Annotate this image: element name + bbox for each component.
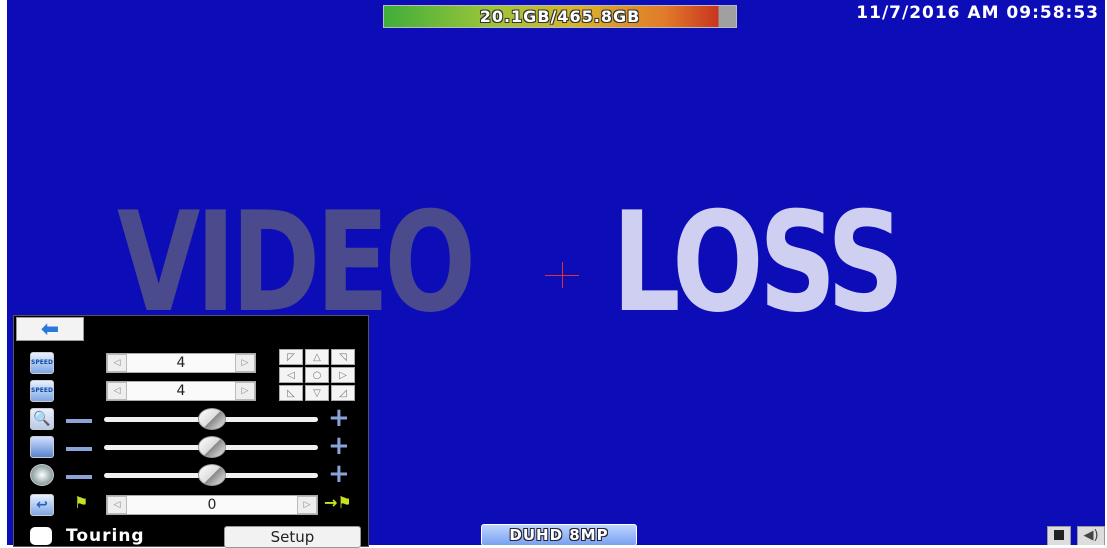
iris-minus-button[interactable] — [66, 475, 92, 479]
pt-speed-increase-button[interactable]: ▷ — [235, 382, 255, 400]
crosshair-icon — [562, 262, 563, 288]
hdd-icon[interactable] — [1047, 526, 1071, 545]
pan-down-left-button[interactable]: ◺ — [279, 385, 303, 401]
left-arrow-icon: ⬅ — [40, 316, 60, 342]
return-arrow-icon[interactable]: ↩ — [30, 494, 54, 516]
pan-right-button[interactable]: ▷ — [331, 367, 355, 383]
zoom-in-button[interactable]: + — [328, 405, 350, 431]
touring-label: Touring — [66, 526, 145, 546]
pan-up-button[interactable]: △ — [305, 349, 329, 365]
speed-icon: SPEED — [30, 352, 54, 374]
ptz-control-panel: ⬅ SPEED ◁ 4 ▷ SPEED ◁ 4 ▷ ◸ △ ◹ ◁ ○ ▷ ◺ … — [13, 315, 369, 548]
pan-down-button[interactable]: ▽ — [305, 385, 329, 401]
iris-plus-button[interactable]: + — [328, 461, 350, 487]
zoom-out-button[interactable] — [66, 419, 92, 423]
focus-slider-knob[interactable] — [198, 436, 226, 458]
touring-checkbox[interactable] — [30, 527, 52, 545]
focus-icon — [30, 436, 54, 458]
speaker-icon[interactable]: ◀) — [1077, 526, 1105, 545]
pan-down-right-button[interactable]: ◿ — [331, 385, 355, 401]
focus-minus-button[interactable] — [66, 447, 92, 451]
zoom-slider-knob[interactable] — [198, 408, 226, 430]
storage-usage-bar: 20.1GB/465.8GB — [383, 5, 737, 28]
pan-center-button[interactable]: ○ — [305, 367, 329, 383]
pan-up-right-button[interactable]: ◹ — [331, 349, 355, 365]
flag-icon: ⚑ — [74, 493, 89, 512]
speed-increase-button[interactable]: ▷ — [235, 354, 255, 372]
pan-up-left-button[interactable]: ◸ — [279, 349, 303, 365]
direction-pad: ◸ △ ◹ ◁ ○ ▷ ◺ ▽ ◿ — [279, 349, 355, 401]
preset-decrease-button[interactable]: ◁ — [107, 496, 127, 514]
speed-decrease-button[interactable]: ◁ — [107, 354, 127, 372]
preset-increase-button[interactable]: ▷ — [297, 496, 317, 514]
magnifier-icon: 🔍 — [30, 408, 54, 430]
datetime-display: 11/7/2016 AM 09:58:53 — [856, 3, 1099, 23]
resolution-badge: DUHD 8MP — [481, 524, 637, 545]
pt-speed-stepper[interactable]: ◁ 4 ▷ — [106, 381, 256, 401]
iris-icon — [30, 464, 54, 486]
storage-text: 20.1GB/465.8GB — [479, 7, 641, 26]
video-loss-word-2: LOSS — [612, 182, 904, 343]
pt-speed-icon: SPEED — [30, 380, 54, 402]
pt-speed-icon-label: SPEED — [31, 387, 53, 394]
pan-left-button[interactable]: ◁ — [279, 367, 303, 383]
speed-value: 4 — [176, 355, 186, 371]
preset-value: 0 — [207, 497, 217, 513]
preset-stepper[interactable]: ◁ 0 ▷ — [106, 495, 318, 515]
video-loss-word-1: VIDEO — [117, 182, 476, 343]
back-button[interactable]: ⬅ — [16, 316, 84, 342]
speed-icon-label: SPEED — [31, 359, 53, 366]
go-to-preset-icon[interactable]: →⚑ — [324, 493, 352, 512]
speed-stepper[interactable]: ◁ 4 ▷ — [106, 353, 256, 373]
pt-speed-decrease-button[interactable]: ◁ — [107, 382, 127, 400]
iris-slider-knob[interactable] — [198, 464, 226, 486]
focus-plus-button[interactable]: + — [328, 433, 350, 459]
pt-speed-value: 4 — [176, 383, 186, 399]
